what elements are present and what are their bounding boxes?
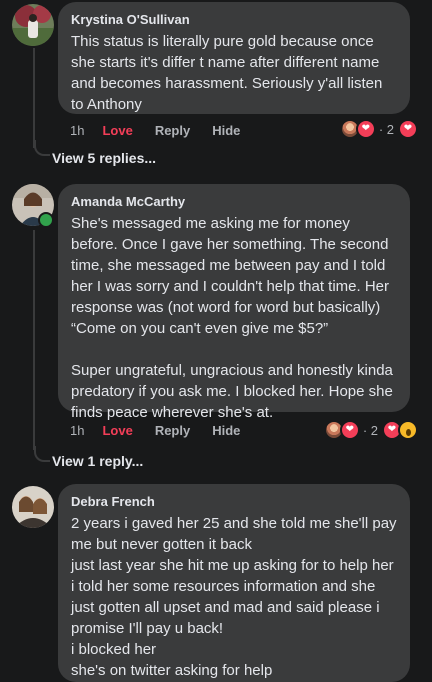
hide-button[interactable]: Hide bbox=[212, 423, 240, 438]
love-reaction-icon: ❤ bbox=[339, 420, 360, 440]
reaction-summary[interactable]: ❤ · 2 ❤ bbox=[339, 118, 418, 140]
online-status-icon bbox=[38, 212, 54, 228]
comment-timestamp[interactable]: 1h bbox=[70, 423, 84, 438]
thread-connector bbox=[34, 446, 50, 462]
reaction-summary[interactable]: ❤ · 2 ❤ bbox=[323, 419, 418, 441]
comment-text: 2 years i gaved her 25 and she told me s… bbox=[71, 515, 397, 679]
comment-text: She's messaged me asking me for money be… bbox=[71, 215, 393, 421]
reaction-count: 2 bbox=[386, 121, 394, 137]
thread-line bbox=[33, 48, 35, 148]
wow-reaction-icon bbox=[398, 420, 418, 440]
love-reaction-icon: ❤ bbox=[355, 119, 376, 139]
comment-text: This status is literally pure gold becau… bbox=[71, 33, 387, 113]
comment-author[interactable]: Debra French bbox=[71, 494, 398, 509]
reply-button[interactable]: Reply bbox=[155, 123, 190, 138]
thread-connector bbox=[34, 140, 50, 156]
comment-author[interactable]: Krystina O'Sullivan bbox=[71, 12, 398, 27]
comment-author[interactable]: Amanda McCarthy bbox=[71, 194, 398, 209]
avatar[interactable] bbox=[12, 486, 54, 528]
comment-actions: 1h Love Reply Hide bbox=[70, 121, 262, 139]
view-replies-link[interactable]: View 1 reply... bbox=[52, 453, 143, 469]
reply-button[interactable]: Reply bbox=[155, 423, 190, 438]
love-button[interactable]: Love bbox=[102, 123, 132, 138]
hide-button[interactable]: Hide bbox=[212, 123, 240, 138]
love-reaction-icon: ❤ bbox=[398, 119, 418, 139]
comment-actions: 1h Love Reply Hide bbox=[70, 421, 262, 439]
love-button[interactable]: Love bbox=[102, 423, 132, 438]
thread-line bbox=[33, 230, 35, 450]
view-replies-link[interactable]: View 5 replies... bbox=[52, 150, 156, 166]
comment-bubble: Krystina O'Sullivan This status is liter… bbox=[58, 2, 410, 114]
comment-timestamp[interactable]: 1h bbox=[70, 123, 84, 138]
avatar[interactable] bbox=[12, 4, 54, 46]
comment-bubble: Debra French 2 years i gaved her 25 and … bbox=[58, 484, 410, 682]
reaction-count: 2 bbox=[370, 422, 378, 438]
comment-bubble: Amanda McCarthy She's messaged me asking… bbox=[58, 184, 410, 421]
